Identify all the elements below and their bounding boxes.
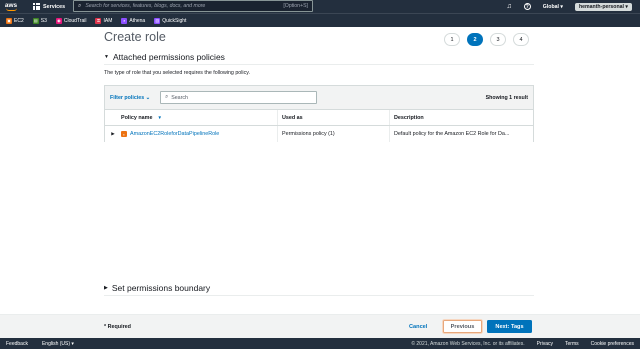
cookie-preferences-link[interactable]: Cookie preferences xyxy=(591,341,634,347)
results-count: Showing 1 result xyxy=(485,94,528,101)
column-description[interactable]: Description xyxy=(389,110,533,125)
policy-search-box: ⌕ xyxy=(160,91,318,104)
search-icon: ⌕ xyxy=(78,2,82,9)
athena-icon: ⌕ xyxy=(121,17,128,24)
policy-name-cell: ▪ AmazonEC2RoleforDataPipelineRole xyxy=(121,131,277,137)
privacy-link[interactable]: Privacy xyxy=(537,341,553,347)
favorite-athena[interactable]: ⌕ Athena xyxy=(121,17,146,24)
help-icon[interactable]: ? xyxy=(523,3,531,10)
table-toolbar: Filter policies ⌄ ⌕ Showing 1 result xyxy=(105,86,533,110)
services-label: Services xyxy=(43,3,66,10)
divider xyxy=(104,64,534,65)
sort-desc-icon: ▼ xyxy=(157,115,162,120)
copyright: © 2021, Amazon Web Services, Inc. or its… xyxy=(411,340,525,347)
favorite-s3[interactable]: ▤ S3 xyxy=(32,17,47,24)
required-note: * Required xyxy=(104,324,131,330)
favorite-cloudtrail[interactable]: ◉ CloudTrail xyxy=(55,17,87,24)
column-policy-name[interactable]: Policy name ▼ xyxy=(121,115,277,121)
permissions-boundary-toggle[interactable]: ▶ Set permissions boundary xyxy=(104,283,210,293)
attached-policies-toggle[interactable]: ▼ Attached permissions policies xyxy=(104,52,225,62)
divider xyxy=(104,295,534,296)
nav-right: ♫ ? Global ▾ hemanth-personal ▾ xyxy=(507,0,632,13)
console-footer: Feedback English (US) ▾ © 2021, Amazon W… xyxy=(0,338,640,349)
step-1[interactable]: 1 xyxy=(444,33,460,46)
terms-link[interactable]: Terms xyxy=(565,341,579,347)
ec2-icon: ▣ xyxy=(6,17,12,24)
table-header: Policy name ▼ Used as Description xyxy=(105,110,533,126)
iam-icon: ⚿ xyxy=(95,17,102,24)
quicksight-icon: ▥ xyxy=(154,17,161,24)
step-3[interactable]: 3 xyxy=(490,33,506,46)
favorite-label: EC2 xyxy=(14,17,24,24)
search-icon: ⌕ xyxy=(165,94,169,100)
caret-right-icon: ▶ xyxy=(111,131,115,136)
policies-table: Filter policies ⌄ ⌕ Showing 1 result Pol… xyxy=(104,85,534,142)
search-shortcut: [Option+S] xyxy=(283,3,308,9)
favorite-label: QuickSight xyxy=(162,17,187,24)
account-menu[interactable]: hemanth-personal ▾ xyxy=(574,2,632,11)
previous-button[interactable]: Previous xyxy=(443,320,482,333)
caret-right-icon: ▶ xyxy=(104,285,108,291)
search-placeholder: Search for services, features, blogs, do… xyxy=(85,3,206,9)
page-title: Create role xyxy=(104,30,166,44)
services-menu-button[interactable]: Services xyxy=(33,0,65,13)
global-search-input[interactable]: ⌕ Search for services, features, blogs, … xyxy=(73,0,313,12)
managed-policy-icon: ▪ xyxy=(121,131,127,137)
cloudtrail-icon: ◉ xyxy=(55,17,62,24)
favorites-bar: ▣ EC2 ▤ S3 ◉ CloudTrail ⚿ IAM ⌕ Athena ▥… xyxy=(0,13,640,27)
wizard-footer: * Required Cancel Previous Next: Tags xyxy=(0,314,640,338)
step-2[interactable]: 2 xyxy=(467,33,483,46)
next-tags-button[interactable]: Next: Tags xyxy=(487,320,532,333)
cancel-button[interactable]: Cancel xyxy=(405,321,431,333)
feedback-link[interactable]: Feedback xyxy=(6,341,28,347)
aws-smile-icon xyxy=(5,8,17,11)
chevron-down-icon: ⌄ xyxy=(145,94,151,101)
expand-row-button[interactable]: ▶ xyxy=(105,131,121,137)
permissions-boundary-heading: Set permissions boundary xyxy=(111,283,211,293)
s3-icon: ▤ xyxy=(32,17,39,24)
top-nav: aws Services ⌕ Search for services, feat… xyxy=(0,0,640,13)
table-row: ▶ ▪ AmazonEC2RoleforDataPipelineRole Per… xyxy=(105,126,533,142)
column-policy-name-label: Policy name xyxy=(121,114,153,121)
favorite-label: Athena xyxy=(129,17,146,24)
policy-name-link[interactable]: AmazonEC2RoleforDataPipelineRole xyxy=(130,131,219,137)
favorite-iam[interactable]: ⚿ IAM xyxy=(95,17,113,24)
favorite-label: S3 xyxy=(40,17,47,24)
attached-policies-description: The type of role that you selected requi… xyxy=(104,70,250,76)
bell-icon[interactable]: ♫ xyxy=(507,3,512,10)
aws-logo[interactable]: aws xyxy=(0,0,22,13)
policy-search-input[interactable] xyxy=(171,94,302,101)
favorite-ec2[interactable]: ▣ EC2 xyxy=(6,17,24,24)
grid-icon xyxy=(33,3,40,10)
filter-policies-dropdown[interactable]: Filter policies ⌄ xyxy=(110,95,150,101)
favorite-label: CloudTrail xyxy=(63,17,87,24)
favorite-label: IAM xyxy=(103,17,113,24)
attached-policies-heading: Attached permissions policies xyxy=(112,52,225,62)
step-4[interactable]: 4 xyxy=(513,33,529,46)
wizard-steps: 1 2 3 4 xyxy=(444,33,529,46)
favorite-quicksight[interactable]: ▥ QuickSight xyxy=(154,17,187,24)
description-cell: Default policy for the Amazon EC2 Role f… xyxy=(389,126,533,142)
region-selector[interactable]: Global ▾ xyxy=(543,4,563,10)
column-used-as[interactable]: Used as xyxy=(277,110,389,125)
filter-policies-label: Filter policies xyxy=(110,94,145,101)
used-as-cell: Permissions policy (1) xyxy=(277,126,389,142)
caret-down-icon: ▼ xyxy=(104,54,109,60)
language-selector[interactable]: English (US) ▾ xyxy=(42,341,74,347)
